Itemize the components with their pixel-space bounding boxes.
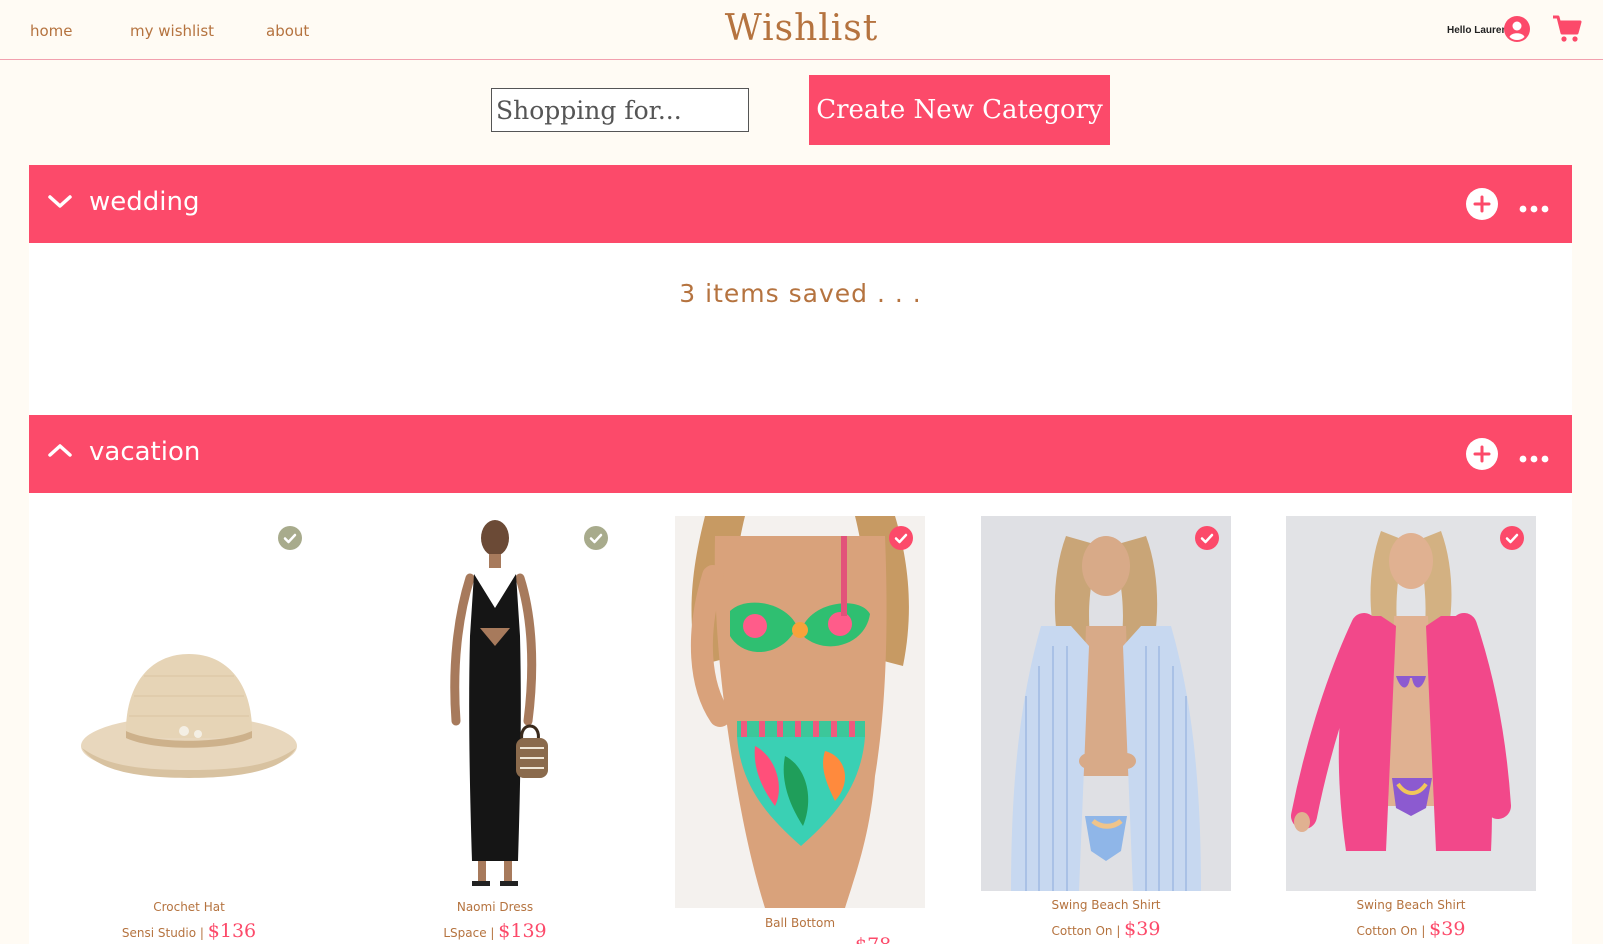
nav-my-wishlist-link[interactable]: my wishlist [130, 22, 214, 40]
product-name: Swing Beach Shirt [1356, 898, 1466, 912]
nav-about-link[interactable]: about [266, 22, 309, 40]
product-brand-price: Sensi Studio | $136 [121, 920, 257, 942]
chevron-down-icon[interactable] [47, 191, 73, 215]
product-price: $39 [1429, 918, 1466, 940]
product-price: $136 [207, 920, 257, 942]
product-brand: LSpace [443, 926, 487, 940]
product-brand-price: LSpace | $139 [443, 920, 547, 942]
category-header-wedding: wedding [29, 165, 1572, 243]
product-brand-price: Cotton On | $39 [1356, 918, 1466, 940]
ellipsis-icon[interactable] [1519, 199, 1549, 218]
check-circle-icon[interactable] [1195, 526, 1219, 550]
product-name: Ball Bottom [764, 916, 836, 930]
top-navigation: home my wishlist about Wishlist Hello La… [0, 0, 1603, 60]
product-name: Naomi Dress [456, 900, 534, 914]
items-saved-summary: 3 items saved . . . [679, 279, 922, 308]
brand-logo: Wishlist [724, 8, 879, 49]
product-brand-price: $78 [855, 934, 915, 944]
category-panel-wedding: 3 items saved . . . [29, 243, 1572, 415]
plus-circle-icon[interactable] [1466, 188, 1498, 220]
product-name: Crochet Hat [153, 900, 225, 914]
product-price: $78 [855, 934, 891, 944]
check-circle-icon[interactable] [889, 526, 913, 550]
user-greeting: Hello Lauren [1447, 25, 1508, 36]
product-brand: Cotton On [1356, 924, 1418, 938]
product-image-swing-beach-shirt-pink[interactable] [1286, 516, 1536, 891]
shopping-cart-icon[interactable] [1552, 15, 1582, 47]
product-image-ball-bottom[interactable] [675, 516, 925, 908]
category-name: wedding [89, 187, 200, 217]
check-circle-icon[interactable] [584, 526, 608, 550]
category-header-vacation: vacation [29, 415, 1572, 493]
chevron-up-icon[interactable] [47, 441, 73, 465]
product-image-swing-beach-shirt-blue[interactable] [981, 516, 1231, 891]
product-price: $139 [498, 920, 547, 942]
create-category-button[interactable]: Create New Category [809, 75, 1110, 145]
product-image-naomi-dress[interactable] [370, 516, 620, 891]
check-circle-icon[interactable] [1500, 526, 1524, 550]
plus-circle-icon[interactable] [1466, 438, 1498, 470]
product-brand-price: Cotton On | $39 [1051, 918, 1161, 940]
product-price: $39 [1124, 918, 1161, 940]
user-circle-icon[interactable] [1504, 16, 1530, 46]
category-name: vacation [89, 437, 201, 467]
ellipsis-icon[interactable] [1519, 449, 1549, 468]
product-brand: Sensi Studio [121, 926, 197, 940]
product-brand: Cotton On [1051, 924, 1113, 938]
nav-home-link[interactable]: home [30, 22, 73, 40]
search-input[interactable] [491, 88, 749, 132]
product-name: Swing Beach Shirt [1051, 898, 1161, 912]
check-circle-icon[interactable] [278, 526, 302, 550]
product-image-crochet-hat[interactable] [64, 516, 314, 891]
